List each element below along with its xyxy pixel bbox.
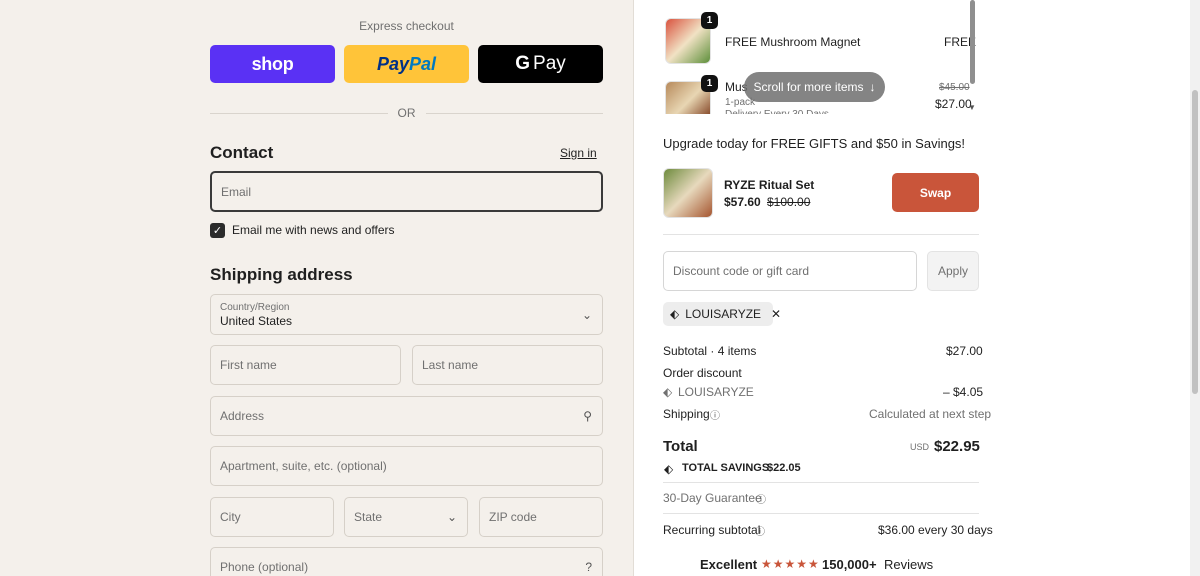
help-circle-icon[interactable]: ? <box>585 560 592 574</box>
swap-button[interactable]: Swap <box>892 173 979 212</box>
phone-field[interactable]: Phone (optional) ? <box>210 547 603 576</box>
city-field[interactable]: City <box>210 497 334 537</box>
paypal-label-pal: Pal <box>409 53 437 74</box>
shipping-heading: Shipping address <box>210 265 353 284</box>
upsell-heading: Upgrade today for FREE GIFTS and $50 in … <box>663 136 966 151</box>
cart-item-old-price: $45.00 <box>939 82 970 93</box>
quantity-badge: 1 <box>701 75 718 92</box>
order-discount-code: LOUISARYZE <box>678 385 754 399</box>
phone-placeholder: Phone (optional) <box>220 560 309 574</box>
email-placeholder: Email <box>221 184 252 199</box>
paypal-label-pay: Pay <box>376 53 409 74</box>
rating-word: Excellent <box>700 557 758 572</box>
address-placeholder: Address <box>220 409 265 423</box>
or-divider: OR <box>210 105 603 121</box>
apartment-placeholder: Apartment, suite, etc. (optional) <box>220 459 387 473</box>
discount-code-input[interactable]: Discount code or gift card <box>663 251 917 291</box>
discount-chip-code: LOUISARYZE <box>685 307 762 321</box>
recurring-subtotal-label: Recurring subtotal <box>663 523 761 537</box>
country-label: Country/Region <box>220 302 290 313</box>
scroll-hint-label: Scroll for more items <box>753 80 864 94</box>
remove-discount-icon[interactable]: ✕ <box>771 307 781 321</box>
checkout-form-panel: Express checkout shop Pay Pal G Pay OR Co… <box>0 0 633 576</box>
country-select[interactable]: Country/Region United States ⌄ <box>210 294 603 335</box>
zip-field[interactable]: ZIP code <box>479 497 603 537</box>
page-scrollbar-thumb[interactable] <box>1192 90 1198 394</box>
last-name-field[interactable]: Last name <box>412 345 603 385</box>
contact-heading: Contact <box>210 143 274 162</box>
arrow-down-icon: ↓ <box>869 80 876 94</box>
shipping-label: Shipping <box>663 407 710 421</box>
express-checkout-title: Express checkout <box>359 19 454 33</box>
google-g-icon: G <box>515 53 531 74</box>
address-field[interactable]: Address ⚲ <box>210 396 603 436</box>
country-value: United States <box>220 314 293 328</box>
newsletter-checkbox[interactable]: ✓ <box>210 223 225 238</box>
order-discount-label: Order discount <box>663 366 742 380</box>
tag-icon: ⬖ <box>670 307 680 321</box>
chevron-down-icon: ⌄ <box>581 307 592 322</box>
shipping-value: Calculated at next step <box>869 407 992 421</box>
paypal-button[interactable]: Pay Pal <box>344 45 469 83</box>
last-name-placeholder: Last name <box>422 358 479 372</box>
apartment-field[interactable]: Apartment, suite, etc. (optional) <box>210 446 603 486</box>
reviews-label: Reviews <box>884 557 934 572</box>
scroll-down-arrow-icon[interactable]: ▼ <box>968 103 976 112</box>
savings-tag-icon: ⬖ <box>664 462 674 476</box>
or-text: OR <box>397 106 416 120</box>
ritual-set-thumbnail <box>663 168 713 218</box>
rating-stars-icon: ★★★★★ <box>761 557 820 571</box>
cart-item-price: $27.00 <box>935 97 972 111</box>
shop-pay-button[interactable]: shop <box>210 45 335 83</box>
total-savings-value: $22.05 <box>767 462 801 474</box>
help-circle-icon[interactable]: ⓘ <box>755 523 765 538</box>
state-placeholder: State <box>354 510 383 524</box>
discount-tag-icon: ⬖ <box>663 385 673 399</box>
state-select[interactable]: State ⌄ <box>344 497 468 537</box>
upsell-product-name: RYZE Ritual Set <box>724 178 815 192</box>
zip-placeholder: ZIP code <box>489 510 537 524</box>
quantity-badge: 1 <box>701 12 718 29</box>
search-icon: ⚲ <box>583 409 592 423</box>
cart-scrollbar[interactable] <box>970 0 975 84</box>
scroll-more-items-button[interactable]: Scroll for more items ↓ <box>744 72 885 102</box>
total-label: Total <box>663 438 698 455</box>
currency-code: USD <box>910 442 930 452</box>
city-placeholder: City <box>220 510 241 524</box>
first-name-placeholder: First name <box>220 358 277 372</box>
order-discount-amount: – $4.05 <box>943 385 984 399</box>
upsell-price: $57.60 <box>724 195 761 209</box>
google-pay-label: Pay <box>533 53 566 74</box>
chevron-down-icon: ⌄ <box>446 510 457 524</box>
upsell-old-price: $100.00 <box>767 195 811 209</box>
help-circle-icon[interactable]: ⓘ <box>710 407 720 422</box>
cart-item-name: FREE Mushroom Magnet <box>725 35 861 49</box>
applied-discount-chip: ⬖ LOUISARYZE ✕ <box>663 302 781 326</box>
total-value: $22.95 <box>934 438 980 455</box>
first-name-field[interactable]: First name <box>210 345 401 385</box>
email-field[interactable]: Email <box>210 171 603 212</box>
page-scrollbar[interactable] <box>1190 0 1200 576</box>
recurring-subtotal-value: $36.00 every 30 days <box>878 523 993 537</box>
apply-discount-button[interactable]: Apply <box>927 251 979 291</box>
subtotal-value: $27.00 <box>946 344 983 358</box>
cart-item-delivery: Delivery Every 30 Days <box>725 109 829 114</box>
divider <box>663 482 979 483</box>
divider <box>663 513 979 514</box>
subtotal-label: Subtotal · 4 items <box>663 344 757 358</box>
divider <box>663 234 979 235</box>
help-circle-icon[interactable]: ⓘ <box>756 491 766 506</box>
shop-pay-label: shop <box>251 53 294 74</box>
total-savings-label: TOTAL SAVINGS <box>682 462 770 474</box>
newsletter-label: Email me with news and offers <box>232 223 395 237</box>
sign-in-link[interactable]: Sign in <box>560 146 597 160</box>
discount-placeholder: Discount code or gift card <box>673 264 810 278</box>
google-pay-button[interactable]: G Pay <box>478 45 603 83</box>
guarantee-label: 30-Day Guarantee <box>663 491 762 505</box>
review-count: 150,000+ <box>822 557 877 572</box>
